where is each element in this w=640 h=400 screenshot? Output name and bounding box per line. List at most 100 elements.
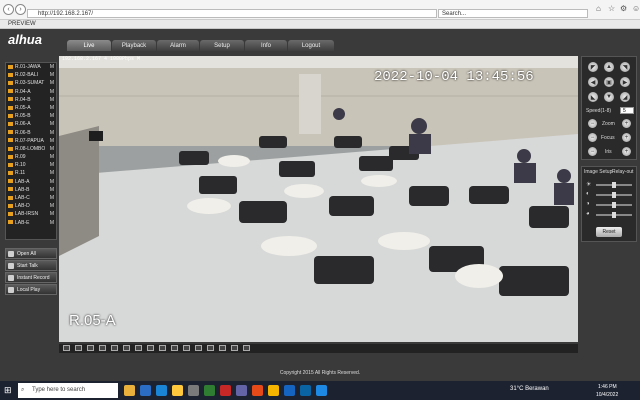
ptz-down-icon[interactable]: ▼	[604, 92, 614, 102]
reset-button[interactable]: Reset	[596, 227, 622, 237]
address-bar[interactable]: http://192.168.2.167/	[27, 9, 437, 18]
weather-text[interactable]: 31°C Berawan	[510, 386, 549, 392]
ie-icon[interactable]	[316, 385, 327, 396]
taskbar-search[interactable]: ⌕ Type here to search	[18, 383, 118, 398]
browser-search-input[interactable]: Search...	[438, 9, 588, 18]
file-explorer-icon[interactable]	[172, 385, 183, 396]
channel-item[interactable]: LAB-B M	[6, 186, 56, 194]
split-icon[interactable]	[207, 345, 214, 351]
smiley-icon[interactable]: ☺	[632, 4, 640, 13]
channel-item[interactable]: R.08-LOMBO M	[6, 145, 56, 153]
channel-item[interactable]: R.11 M	[6, 169, 56, 177]
channel-item[interactable]: LAB-A M	[6, 178, 56, 186]
word-icon[interactable]	[300, 385, 311, 396]
ptz-right-icon[interactable]: ▶	[620, 77, 630, 87]
focus-in-icon[interactable]: +	[622, 133, 631, 142]
channel-item[interactable]: R.04-A M	[6, 88, 56, 96]
cortana-icon[interactable]	[124, 385, 135, 396]
contrast-slider[interactable]	[596, 192, 632, 198]
local-play-button[interactable]: Local Play	[5, 284, 57, 295]
zoom-in-icon[interactable]: +	[622, 119, 631, 128]
outlook-icon[interactable]	[284, 385, 295, 396]
channel-label: R.07-PAPUA	[15, 137, 44, 144]
channel-item[interactable]: R.02-BALI M	[6, 71, 56, 79]
prev-icon[interactable]	[183, 345, 190, 351]
favorites-icon[interactable]: ☆	[608, 4, 615, 13]
windows-start-icon[interactable]: ⊞	[4, 385, 14, 395]
ptz-down-right-icon[interactable]: ◢	[620, 92, 630, 102]
camera-icon	[8, 212, 13, 217]
channel-item[interactable]: LAB-E M	[6, 219, 56, 227]
channel-item[interactable]: R.05-B M	[6, 112, 56, 120]
hue-slider[interactable]	[596, 212, 632, 218]
saturation-slider[interactable]	[596, 202, 632, 208]
record-icon[interactable]	[123, 345, 130, 351]
snapshot-icon[interactable]	[111, 345, 118, 351]
teams-icon[interactable]	[236, 385, 247, 396]
menu-playback[interactable]: Playback	[112, 40, 156, 51]
channel-item[interactable]: R.03-SUMAT M	[6, 79, 56, 87]
settings-icon[interactable]: ⚙	[620, 4, 627, 13]
single-view-icon[interactable]	[63, 345, 70, 351]
ptz-left-icon[interactable]: ◀	[588, 77, 598, 87]
open-all-button[interactable]: Open All	[5, 248, 57, 259]
audio-icon[interactable]	[135, 345, 142, 351]
zoom-out-icon[interactable]: −	[588, 119, 597, 128]
fullscreen-icon[interactable]	[99, 345, 106, 351]
video-feed[interactable]: 192.168.2.167 4 1080Pbps M 2022-10-04 13…	[59, 56, 578, 342]
chrome-icon[interactable]	[268, 385, 279, 396]
channel-item[interactable]: R.05-A M	[6, 104, 56, 112]
ptz-up-icon[interactable]: ▲	[604, 62, 614, 72]
home-icon[interactable]: ⌂	[596, 4, 601, 13]
back-icon[interactable]: ‹	[3, 4, 14, 15]
image-setup-title[interactable]: Image Setup	[584, 169, 612, 175]
channel-item[interactable]: R.04-B M	[6, 96, 56, 104]
app-icon[interactable]	[220, 385, 231, 396]
brightness-slider[interactable]	[596, 182, 632, 188]
forward-icon[interactable]: ›	[15, 4, 26, 15]
focus-out-icon[interactable]: −	[588, 133, 597, 142]
channel-item[interactable]: R.06-A M	[6, 120, 56, 128]
channel-item[interactable]: R.10 M	[6, 161, 56, 169]
menu-info[interactable]: Info	[245, 40, 287, 51]
ptz-up-right-icon[interactable]: ◥	[620, 62, 630, 72]
start-talk-button[interactable]: Start Talk	[5, 260, 57, 271]
channel-item[interactable]: LAB-C M	[6, 194, 56, 202]
channel-item[interactable]: R.01-JAWA M	[6, 63, 56, 71]
ptz-down-left-icon[interactable]: ◣	[588, 92, 598, 102]
menu-setup[interactable]: Setup	[200, 40, 244, 51]
instant-record-button[interactable]: Instant Record	[5, 272, 57, 283]
powerpoint-icon[interactable]	[252, 385, 263, 396]
excel-icon[interactable]	[204, 385, 215, 396]
edge-icon[interactable]	[156, 385, 167, 396]
menu-alarm[interactable]: Alarm	[157, 40, 199, 51]
channel-item[interactable]: R.09 M	[6, 153, 56, 161]
speed-select[interactable]: 5	[620, 107, 634, 114]
relay-out-tab[interactable]: Relay-out	[612, 169, 633, 175]
fluency-icon[interactable]	[171, 345, 178, 351]
channel-item[interactable]: LAB-D M	[6, 202, 56, 210]
tab-preview[interactable]: PREVIEW	[8, 21, 36, 27]
store-icon[interactable]	[188, 385, 199, 396]
task-view-icon[interactable]	[140, 385, 151, 396]
iris-open-icon[interactable]: +	[622, 147, 631, 156]
quad-view-icon[interactable]	[75, 345, 82, 351]
channel-item[interactable]: LAB-IRSN M	[6, 210, 56, 218]
iris-close-icon[interactable]: −	[588, 147, 597, 156]
next-icon[interactable]	[195, 345, 202, 351]
clock-time[interactable]: 1:46 PM	[598, 384, 617, 390]
channel-item[interactable]: R.06-B M	[6, 129, 56, 137]
close-all-icon[interactable]	[219, 345, 226, 351]
clock-date[interactable]: 10/4/2022	[596, 392, 618, 398]
info-icon[interactable]	[231, 345, 238, 351]
channel-item[interactable]: R.07-PAPUA M	[6, 137, 56, 145]
menu-logout[interactable]: Logout	[288, 40, 334, 51]
channel-marker: M	[49, 211, 54, 218]
nine-view-icon[interactable]	[87, 345, 94, 351]
ratio-icon[interactable]	[159, 345, 166, 351]
zoom-icon[interactable]	[147, 345, 154, 351]
ptz-up-left-icon[interactable]: ◤	[588, 62, 598, 72]
ptz-center-icon[interactable]: ▣	[604, 77, 614, 87]
menu-live[interactable]: Live	[67, 40, 111, 51]
settings-icon[interactable]	[243, 345, 250, 351]
